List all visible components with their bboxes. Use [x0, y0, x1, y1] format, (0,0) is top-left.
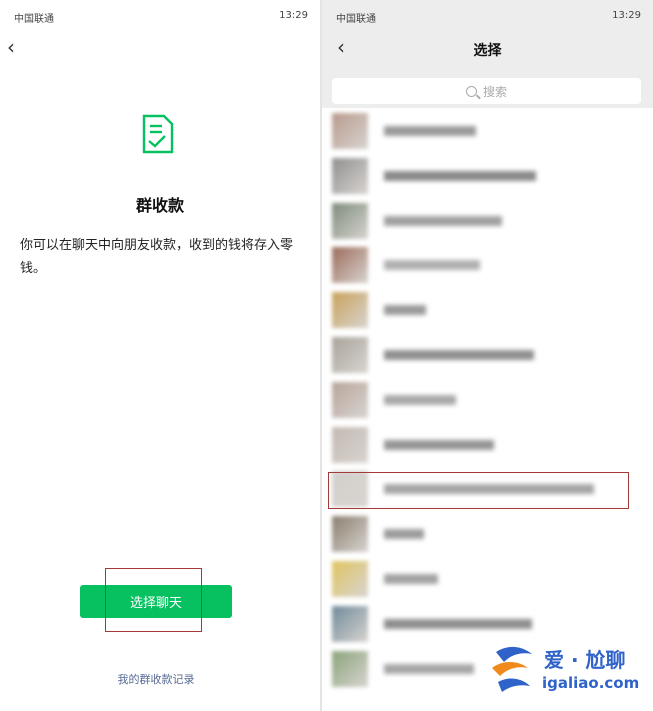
avatar [332, 516, 368, 553]
contact-name-blurred [384, 215, 502, 226]
document-check-icon [140, 114, 174, 158]
contact-name-blurred [384, 663, 474, 674]
contact-row[interactable] [322, 646, 653, 692]
contact-row[interactable] [322, 242, 653, 288]
avatar [332, 381, 368, 418]
contact-row[interactable] [322, 198, 653, 244]
avatar [332, 202, 368, 239]
group-collection-screen: 中国联通 13:29 ‹ 群收款 你可以在聊天中向朋友收款，收到的钱将存入零钱。… [0, 0, 320, 711]
contact-name-blurred [384, 350, 534, 360]
contact-name-blurred [384, 126, 476, 136]
back-icon[interactable]: ‹ [0, 35, 22, 59]
status-bar: 中国联通 13:29 [0, 6, 320, 26]
avatar [332, 471, 368, 508]
clock: 13:29 [612, 10, 641, 21]
clock: 13:29 [279, 10, 308, 21]
carrier-label: 中国联通 [14, 14, 54, 25]
avatar [332, 113, 368, 149]
page-title: 选择 [473, 43, 502, 59]
contact-name-blurred [384, 260, 480, 271]
contact-row[interactable] [322, 332, 653, 378]
contact-name-blurred [384, 394, 456, 405]
collection-records-link[interactable]: 我的群收款记录 [0, 671, 312, 687]
contact-row[interactable] [322, 108, 653, 154]
contact-row[interactable] [322, 287, 653, 333]
search-input[interactable]: 搜索 [332, 78, 641, 104]
avatar [332, 157, 368, 194]
select-chat-button[interactable]: 选择聊天 [80, 585, 232, 618]
avatar [332, 247, 368, 284]
status-bar: 中国联通 13:29 [322, 6, 653, 26]
contact-row[interactable] [322, 377, 653, 423]
avatar [332, 337, 368, 373]
search-placeholder: 搜索 [482, 84, 507, 99]
contact-row[interactable] [322, 153, 653, 199]
contact-name-blurred [384, 170, 536, 181]
carrier-label: 中国联通 [336, 14, 376, 25]
page-title: 群收款 [135, 196, 184, 215]
contact-row[interactable] [322, 466, 653, 512]
contact-name-blurred [384, 305, 426, 316]
search-icon [465, 85, 477, 97]
avatar [332, 605, 368, 642]
avatar [332, 292, 368, 329]
select-chat-screen: 中国联通 13:29 ‹ 选择 搜索 [322, 0, 653, 711]
avatar [332, 561, 368, 597]
contact-name-blurred [384, 618, 532, 629]
contact-name-blurred [384, 574, 438, 584]
contact-name-blurred [384, 484, 594, 495]
contact-row[interactable] [322, 556, 653, 602]
contact-row[interactable] [322, 511, 653, 557]
description-text: 你可以在聊天中向朋友收款，收到的钱将存入零钱。 [20, 238, 294, 276]
contact-row[interactable] [322, 422, 653, 468]
avatar [332, 650, 368, 687]
avatar [332, 426, 368, 463]
contact-row[interactable] [322, 601, 653, 647]
contact-name-blurred [384, 529, 424, 540]
contact-list [322, 108, 653, 711]
contact-name-blurred [384, 439, 494, 450]
